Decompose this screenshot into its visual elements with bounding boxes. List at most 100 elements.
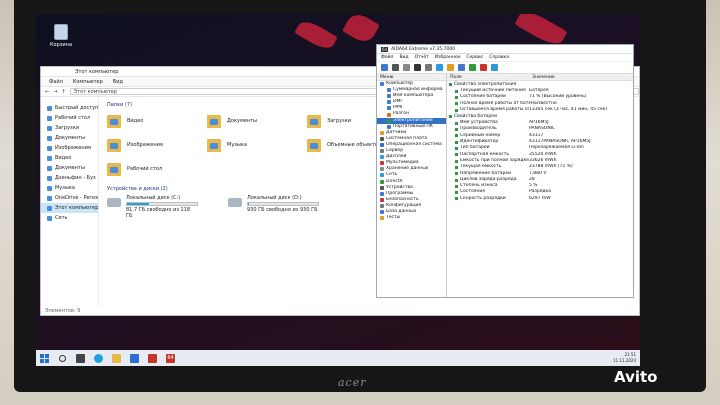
battery-icon (455, 134, 458, 138)
video-icon (47, 155, 52, 161)
drive-c-free: 81,7 ГБ свободно из 118 ГБ (126, 207, 191, 219)
aida64-details: Поле Значение Свойства электропитания Те… (447, 74, 633, 297)
aida64-title: AIDA64 Extreme v7.35.7000 (391, 46, 456, 52)
drive-d[interactable]: Локальный диск (D:) 930 ГБ свободно из 9… (228, 195, 319, 219)
detail-row[interactable]: Скорость разрядки 6297 mW (447, 196, 633, 202)
office-icon[interactable] (148, 353, 157, 363)
tree-node-icon (380, 167, 384, 172)
windows-start-icon[interactable] (40, 353, 49, 363)
avito-watermark: Avito (614, 368, 658, 386)
nav-item-folder[interactable]: Дзеньфин - Буз (41, 173, 98, 183)
recycle-bin-label: Корзина (49, 42, 73, 48)
battery-icon (455, 184, 458, 188)
document-icon (47, 135, 52, 141)
sensor-icon[interactable] (447, 64, 454, 71)
network-icon[interactable] (425, 64, 432, 71)
update-icon[interactable] (469, 64, 476, 71)
aida64-taskbar-icon[interactable]: 64 (166, 353, 175, 363)
recycle-bin-icon (54, 24, 68, 40)
nav-item-onedrive[interactable]: OneDrive - Personal (41, 193, 98, 203)
task-view-icon[interactable] (76, 353, 85, 363)
tree-node-icon (380, 136, 384, 141)
menu-report[interactable]: Отчёт (415, 54, 429, 61)
ribbon-tab-computer[interactable]: Компьютер (73, 77, 103, 86)
tree-node-icon (380, 82, 384, 87)
tree-node-icon (387, 118, 391, 123)
battery-icon (455, 159, 458, 163)
battery-icon (455, 95, 458, 99)
menu-tools[interactable]: Сервис (466, 54, 483, 61)
battery-icon (455, 102, 458, 106)
nav-item-videos[interactable]: Видео (41, 153, 98, 163)
menu-favorites[interactable]: Избранное (435, 54, 461, 61)
drive-c-usage-bar (126, 202, 198, 206)
nav-item-music[interactable]: Музыка (41, 183, 98, 193)
folder-desktop[interactable]: Рабочий стол (107, 159, 207, 179)
nav-item-desktop[interactable]: Рабочий стол (41, 113, 98, 123)
nav-item-downloads[interactable]: Загрузки (41, 123, 98, 133)
file-explorer-icon[interactable] (112, 353, 121, 363)
computer-icon[interactable] (403, 64, 410, 71)
tree-node-icon (387, 106, 391, 111)
system-clock[interactable]: 21:51 11.11.2024 (613, 352, 636, 364)
search-icon[interactable] (59, 354, 66, 362)
explorer-title: Этот компьютер (75, 69, 119, 75)
nav-item-quick-access[interactable]: Быстрый доступ (41, 103, 98, 113)
aida64-toolbar (377, 62, 633, 74)
forward-arrow-icon[interactable]: → (53, 89, 57, 95)
ribbon-tab-file[interactable]: Файл (49, 77, 63, 86)
desktop-recycle-bin[interactable]: Корзина (46, 24, 76, 48)
laptop-screen: Корзина Этот компьютер Файл Компьютер Ви… (36, 14, 640, 366)
tree-item[interactable]: Тесты (377, 215, 446, 221)
memory-icon[interactable] (414, 64, 421, 71)
nav-item-network[interactable]: Сеть (41, 213, 98, 223)
refresh-icon[interactable] (381, 64, 388, 71)
tree-node-icon (387, 112, 391, 117)
folder-icon (207, 114, 221, 128)
tree-node-icon (380, 216, 384, 221)
menu-help[interactable]: Справка (489, 54, 509, 61)
store-icon[interactable] (130, 353, 139, 363)
battery-icon (455, 153, 458, 157)
tree-node-icon (387, 94, 391, 99)
menu-file[interactable]: Файл (381, 54, 393, 61)
tree-node-icon (387, 124, 391, 129)
nav-item-pictures[interactable]: Изображения (41, 143, 98, 153)
drive-c[interactable]: Локальный диск (C:) 81,7 ГБ свободно из … (107, 195, 198, 219)
aida64-tree: Меню Компьютер Суммарная информа Имя компь… (377, 74, 447, 297)
nav-item-documents[interactable]: Документы (41, 133, 98, 143)
detail-field: Скорость разрядки (447, 196, 529, 202)
folder-pictures[interactable]: Изображения (107, 135, 207, 155)
aida64-title-bar: 64 AIDA64 Extreme v7.35.7000 (377, 45, 633, 54)
benchmark-icon[interactable] (458, 64, 465, 71)
desktop-icon (47, 115, 52, 121)
acer-logo: acer (338, 376, 367, 389)
info-icon[interactable] (436, 64, 443, 71)
ribbon-tab-view[interactable]: Вид (113, 77, 123, 86)
back-arrow-icon[interactable]: ← (45, 89, 49, 95)
folder-music[interactable]: Музыка (207, 135, 307, 155)
battery-icon (455, 140, 458, 144)
report-icon[interactable] (392, 64, 399, 71)
hard-drive-icon (228, 198, 242, 207)
folder-icon (307, 138, 321, 152)
music-icon (47, 185, 52, 191)
navigation-pane: Быстрый доступ Рабочий стол Загрузки Док… (41, 97, 99, 307)
column-field[interactable]: Поле (450, 74, 532, 80)
menu-view[interactable]: Вид (399, 54, 408, 61)
tools-icon[interactable] (480, 64, 487, 71)
folder-documents[interactable]: Документы (207, 111, 307, 131)
tree-node-icon (380, 197, 384, 202)
folder-videos[interactable]: Видео (107, 111, 207, 131)
battery-icon (449, 115, 452, 119)
wallpaper-flame (342, 14, 380, 46)
nav-item-this-pc[interactable]: Этот компьютер (41, 203, 98, 213)
battery-icon (455, 121, 458, 125)
up-arrow-icon[interactable]: ↑ (61, 89, 65, 95)
nav-item-documents-2[interactable]: Документы (41, 163, 98, 173)
edge-icon[interactable] (94, 353, 103, 363)
battery-icon (455, 197, 458, 201)
tree-node-icon (380, 210, 384, 215)
column-value[interactable]: Значение (532, 74, 555, 80)
search-icon[interactable] (491, 64, 498, 71)
